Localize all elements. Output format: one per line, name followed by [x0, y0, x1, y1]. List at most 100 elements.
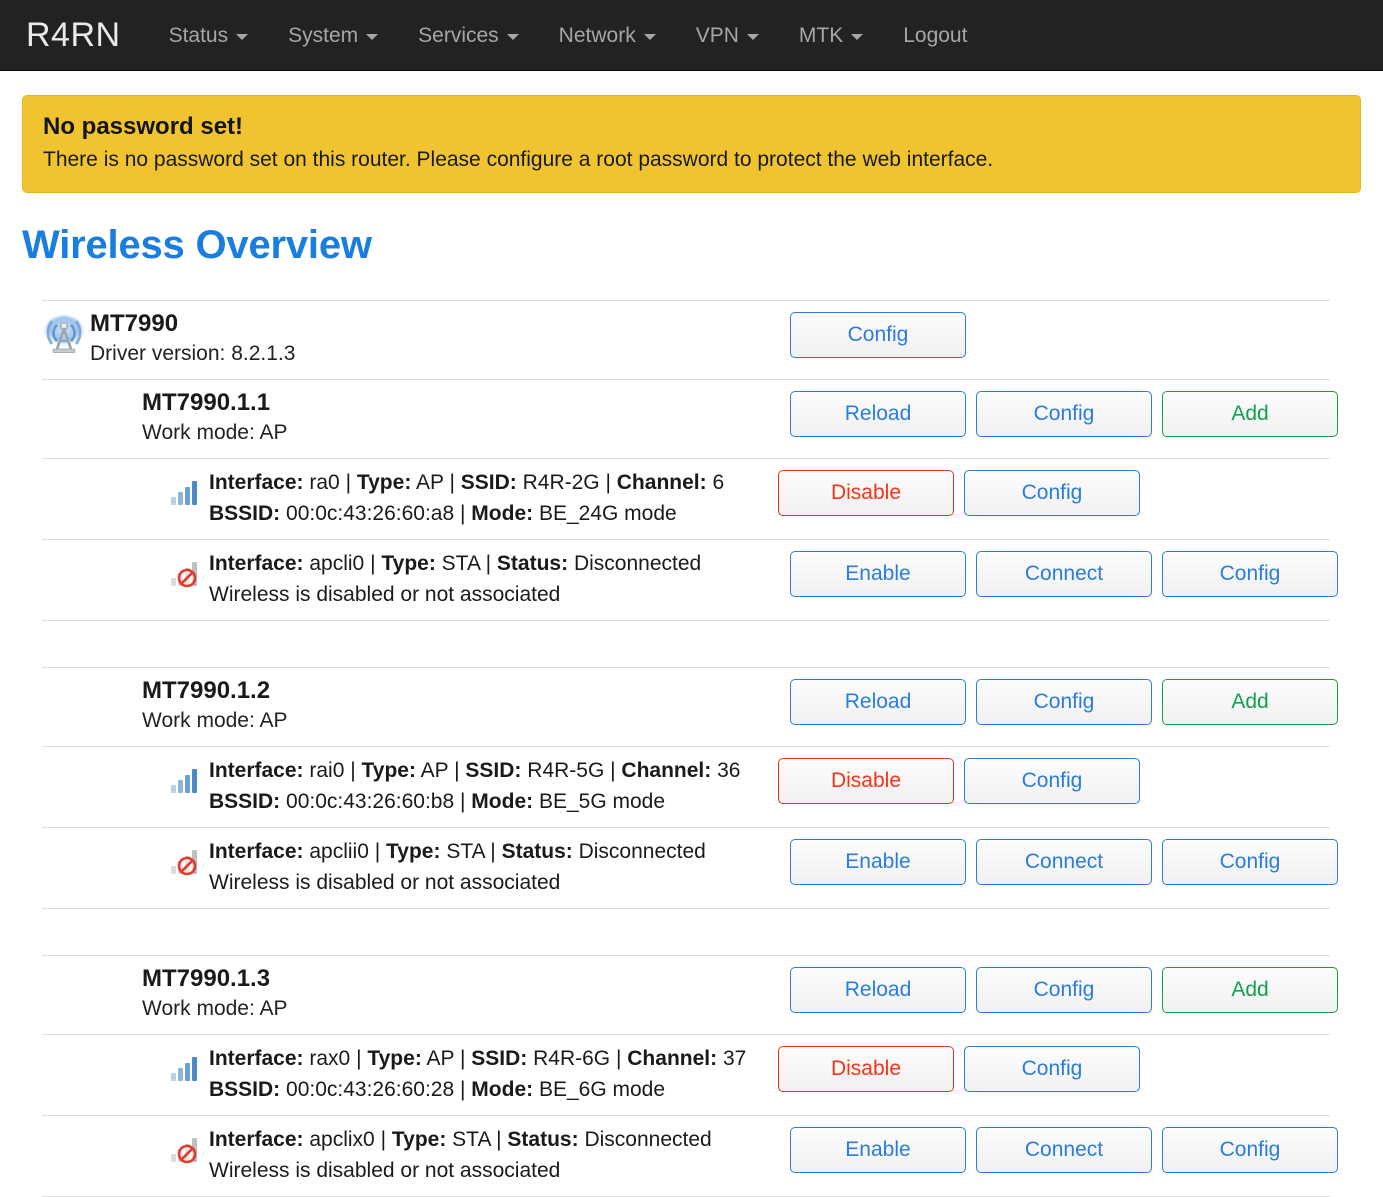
interface-icon-wrap	[167, 836, 209, 876]
detail-value: 37	[717, 1047, 747, 1070]
detail-value: Disconnected	[572, 840, 706, 863]
device-text: MT7990 Driver version: 8.2.1.3	[90, 309, 790, 369]
iface-enable-button[interactable]: Enable	[790, 1127, 966, 1173]
iface-enable-button[interactable]: Enable	[790, 551, 966, 597]
radio-add-button[interactable]: Add	[1162, 679, 1338, 725]
nav-item-services[interactable]: Services	[398, 15, 539, 56]
detail-key: Status:	[496, 552, 569, 575]
iface-config-button[interactable]: Config	[1162, 551, 1338, 597]
interface-buttons: Enable Connect Config	[790, 540, 1338, 597]
radio-reload-button[interactable]: Reload	[790, 391, 966, 437]
detail-value: STA	[446, 1128, 497, 1151]
detail-value: 6	[706, 471, 725, 494]
iface-disable-button[interactable]: Disable	[778, 758, 954, 804]
interface-row: Interface: ra0 | Type: AP | SSID: R4R-2G…	[42, 459, 1330, 540]
device-buttons: Config	[790, 301, 1330, 358]
iface-disable-button[interactable]: Disable	[778, 1046, 954, 1092]
nav-item-network[interactable]: Network	[539, 15, 676, 56]
detail-value: BE_5G mode	[533, 790, 666, 813]
nav-item-label: Network	[558, 23, 636, 47]
detail-value: ra0	[303, 471, 346, 494]
interface-text: Interface: rai0 | Type: AP | SSID: R4R-5…	[209, 755, 790, 817]
radio-add-button[interactable]: Add	[1162, 391, 1338, 437]
nav-item-mtk[interactable]: MTK	[779, 15, 883, 56]
detail-key: Type:	[367, 1047, 422, 1070]
interface-buttons: Disable Config	[778, 747, 1330, 804]
radio-name: MT7990.1.3	[142, 965, 271, 992]
detail-separator: |	[485, 552, 497, 575]
detail-separator: |	[350, 759, 362, 782]
chevron-down-icon	[506, 33, 519, 40]
radio-config-button[interactable]: Config	[976, 391, 1152, 437]
interface-info-cell: Interface: ra0 | Type: AP | SSID: R4R-2G…	[42, 459, 790, 539]
detail-value: AP	[415, 759, 455, 782]
detail-key: Channel:	[621, 759, 712, 782]
detail-value: STA	[435, 552, 486, 575]
detail-key: SSID:	[471, 1047, 528, 1070]
interface-buttons: Disable Config	[778, 1035, 1330, 1092]
iface-connect-button[interactable]: Connect	[976, 1127, 1152, 1173]
interface-buttons: Enable Connect Config	[790, 828, 1338, 885]
brand-logo[interactable]: R4RN	[26, 18, 149, 52]
detail-value: apcli0	[303, 552, 371, 575]
detail-value: Disconnected	[568, 552, 702, 575]
iface-enable-button[interactable]: Enable	[790, 839, 966, 885]
radio-config-button[interactable]: Config	[976, 967, 1152, 1013]
radio-work-mode: Work mode: AP	[142, 709, 288, 732]
detail-separator: |	[356, 1047, 368, 1070]
signal-bars-icon	[171, 481, 197, 505]
detail-value: R4R-2G	[516, 471, 606, 494]
detail-separator: |	[370, 552, 382, 575]
interface-detail-line: Interface: rai0 | Type: AP | SSID: R4R-5…	[209, 755, 790, 786]
detail-key: Interface:	[209, 759, 304, 782]
detail-separator: |	[490, 840, 502, 863]
wireless-antenna-icon	[43, 315, 85, 353]
radio-add-button[interactable]: Add	[1162, 967, 1338, 1013]
alert-message: There is no password set on this router.…	[43, 148, 994, 171]
radio-reload-button[interactable]: Reload	[790, 967, 966, 1013]
interface-buttons: Disable Config	[778, 459, 1330, 516]
interface-detail-line: Interface: ra0 | Type: AP | SSID: R4R-2G…	[209, 467, 790, 498]
interface-info-cell: Interface: rax0 | Type: AP | SSID: R4R-6…	[42, 1035, 790, 1115]
nav-item-logout[interactable]: Logout	[883, 15, 987, 56]
iface-connect-button[interactable]: Connect	[976, 839, 1152, 885]
nav-item-status[interactable]: Status	[149, 15, 269, 56]
interface-info-cell: Interface: apclix0 | Type: STA | Status:…	[42, 1116, 790, 1196]
interface-detail-line: Interface: rax0 | Type: AP | SSID: R4R-6…	[209, 1043, 790, 1074]
nav-item-label: Services	[418, 23, 499, 47]
signal-bars-icon	[171, 769, 197, 793]
iface-config-button[interactable]: Config	[964, 758, 1140, 804]
detail-value: apclix0	[303, 1128, 381, 1151]
nav-item-label: Logout	[903, 23, 968, 47]
iface-disable-button[interactable]: Disable	[778, 470, 954, 516]
radio-reload-button[interactable]: Reload	[790, 679, 966, 725]
iface-config-button[interactable]: Config	[1162, 839, 1338, 885]
device-info-cell: MT7990 Driver version: 8.2.1.3	[42, 301, 790, 379]
detail-key: Mode:	[471, 790, 534, 813]
interface-icon-wrap	[167, 1124, 209, 1164]
nav-item-system[interactable]: System	[268, 15, 398, 56]
interface-text: Interface: apclix0 | Type: STA | Status:…	[209, 1124, 790, 1186]
detail-value: 00:0c:43:26:60:b8	[280, 790, 460, 813]
device-config-button[interactable]: Config	[790, 312, 966, 358]
interface-icon-wrap	[167, 548, 209, 588]
radio-name: MT7990.1.2	[142, 677, 271, 704]
iface-config-button[interactable]: Config	[964, 1046, 1140, 1092]
detail-key: Interface:	[209, 840, 304, 863]
detail-separator: |	[615, 1047, 628, 1070]
interface-info-cell: Interface: rai0 | Type: AP | SSID: R4R-5…	[42, 747, 790, 827]
interface-text: Interface: apclii0 | Type: STA | Status:…	[209, 836, 790, 898]
interface-icon-wrap	[167, 1043, 209, 1083]
detail-key: Status:	[507, 1128, 579, 1151]
signal-bars-disabled-icon	[171, 562, 197, 588]
iface-config-button[interactable]: Config	[1162, 1127, 1338, 1173]
radio-config-button[interactable]: Config	[976, 679, 1152, 725]
iface-connect-button[interactable]: Connect	[976, 551, 1152, 597]
detail-separator: |	[496, 1128, 508, 1151]
iface-config-button[interactable]: Config	[964, 470, 1140, 516]
nav-item-vpn[interactable]: VPN	[676, 15, 779, 56]
signal-bars-disabled-icon	[171, 850, 197, 876]
detail-separator: |	[459, 1047, 472, 1070]
